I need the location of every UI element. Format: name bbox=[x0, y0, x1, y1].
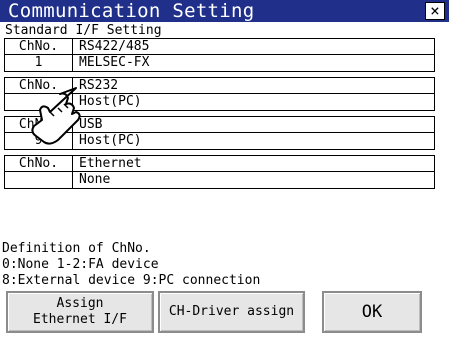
title-bar: Communication Setting × bbox=[0, 0, 449, 22]
chno-definition: Definition of ChNo. 0:None 1-2:FA device… bbox=[2, 241, 260, 289]
group-ethernet-header-row: ChNo. Ethernet bbox=[4, 155, 435, 172]
button-label: CH-Driver assign bbox=[168, 304, 295, 319]
driver-cell[interactable]: MELSEC-FX bbox=[79, 55, 149, 71]
ok-button[interactable]: OK bbox=[322, 291, 422, 333]
ch-header-cell: ChNo. bbox=[5, 156, 73, 171]
ch-header-cell: ChNo. bbox=[5, 39, 73, 54]
communication-setting-window: Communication Setting × Standard I/F Set… bbox=[0, 0, 449, 340]
touch-hand-icon bbox=[31, 87, 81, 145]
button-label: Assign bbox=[56, 296, 104, 311]
assign-ethernet-if-button[interactable]: Assign Ethernet I/F bbox=[6, 291, 154, 333]
ch-driver-assign-button[interactable]: CH-Driver assign bbox=[158, 291, 305, 333]
window-title: Communication Setting bbox=[8, 0, 255, 22]
group-rs422-header-row: ChNo. RS422/485 bbox=[4, 38, 435, 55]
interface-name-cell: Ethernet bbox=[79, 156, 142, 171]
ch-number-cell[interactable] bbox=[5, 172, 73, 188]
definition-line: 0:None 1-2:FA device bbox=[2, 257, 159, 272]
button-label: OK bbox=[361, 302, 383, 322]
interface-name-cell: RS422/485 bbox=[79, 39, 150, 54]
button-label: Ethernet I/F bbox=[33, 312, 127, 327]
definition-line: 8:External device 9:PC connection bbox=[2, 273, 261, 288]
close-icon[interactable]: × bbox=[425, 2, 445, 20]
ch-number-cell[interactable]: 1 bbox=[5, 55, 73, 71]
group-ethernet-value-row[interactable]: None bbox=[4, 172, 435, 189]
definition-line: Definition of ChNo. bbox=[2, 241, 151, 256]
group-rs422-value-row[interactable]: 1 MELSEC-FX bbox=[4, 55, 435, 72]
section-title: Standard I/F Setting bbox=[5, 23, 162, 38]
driver-cell[interactable]: None bbox=[79, 172, 110, 188]
